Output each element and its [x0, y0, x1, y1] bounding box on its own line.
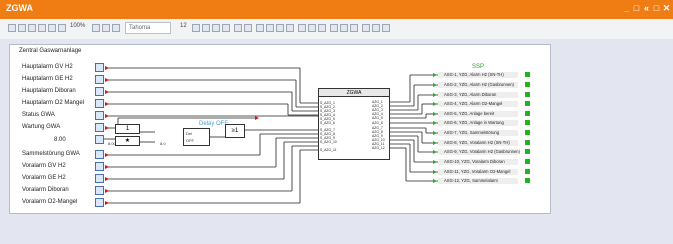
block-in-pin: S_AZG_11 — [320, 148, 337, 152]
or-gate[interactable]: ≥1 — [225, 124, 245, 138]
input-label: Voralarm GV H2 — [22, 163, 66, 169]
input-box[interactable] — [95, 162, 104, 171]
output-led — [525, 82, 530, 87]
output-label[interactable]: ASG-1, YZG, Alarm H2 (SN-TH) — [438, 72, 518, 78]
delay-title: Delay OFF — [199, 121, 229, 127]
outputs-title: SSP — [472, 64, 485, 70]
input-box[interactable] — [95, 111, 104, 120]
output-led — [525, 72, 530, 77]
zgwa-block-title: ZGWA — [318, 88, 390, 97]
input-label: Voralarm Diboran — [22, 187, 69, 193]
output-label[interactable]: ASG-11, YZG, Voralarm O2-Mangel — [438, 169, 518, 175]
output-label[interactable]: ASG-7, YZG, Sammelstörung — [438, 130, 518, 136]
delay-off-block[interactable]: Del OFF — [183, 128, 210, 146]
output-label[interactable]: ASG-4, YZG, Alarm O2-Mangel — [438, 101, 518, 107]
input-box[interactable] — [95, 99, 104, 108]
input-label: Hauptalarm GE H2 — [22, 76, 73, 82]
input-box[interactable] — [95, 150, 104, 159]
output-label[interactable]: ASG-6, YZG, Anlage in Wartung — [438, 120, 518, 126]
input-label: Hauptalarm Diboran — [22, 88, 76, 94]
input-box[interactable] — [95, 174, 104, 183]
delay-label: Del — [186, 131, 193, 136]
input-label: Sammelstörung GWA — [22, 151, 80, 157]
block-out-pin: AZG_12 — [372, 146, 385, 150]
output-led — [525, 140, 530, 145]
input-label: Hauptalarm GV H2 — [22, 64, 73, 70]
output-label[interactable]: ASG-5, YZG, Anlage bereit — [438, 111, 518, 117]
delay-sub: OFF — [186, 138, 194, 143]
const-label: 8.00 — [108, 141, 116, 146]
input-label: Hauptalarm O2 Mangel — [22, 100, 85, 106]
output-led — [525, 149, 530, 154]
input-box[interactable] — [95, 87, 104, 96]
block-in-pin: S_AZG_10 — [320, 140, 337, 144]
block-in-pin: S_AZG_6 — [320, 121, 335, 125]
input-box[interactable] — [95, 123, 104, 132]
input-box[interactable] — [95, 75, 104, 84]
output-led — [525, 120, 530, 125]
output-led — [525, 159, 530, 164]
output-label[interactable]: ASG-3, YZG, Alarm Diboran — [438, 92, 518, 98]
output-led — [525, 130, 530, 135]
constant-box[interactable] — [95, 135, 104, 144]
output-led — [525, 178, 530, 183]
output-led — [525, 101, 530, 106]
input-label: Voralarm O2-Mangel — [22, 199, 78, 205]
and-gate[interactable]: 1 — [115, 124, 140, 134]
star-gate[interactable]: ★ — [115, 136, 140, 146]
delay-value: 8.0 — [160, 141, 166, 146]
block-out-pin: AZG_5 — [372, 116, 383, 120]
output-led — [525, 92, 530, 97]
output-led — [525, 111, 530, 116]
output-label[interactable]: ASG-8, YZG, Voralarm H2 (SN-TH) — [438, 140, 518, 146]
block-out-pin: AZG_6 — [372, 121, 383, 125]
constant-value[interactable]: 8.00 — [54, 137, 66, 143]
input-box[interactable] — [95, 186, 104, 195]
output-label[interactable]: ASG-12, YZG, Sammelalarm — [438, 178, 518, 184]
input-box[interactable] — [95, 198, 104, 207]
input-label: Voralarm GE H2 — [22, 175, 66, 181]
input-box[interactable] — [95, 63, 104, 72]
output-label[interactable]: ASG-10, YZG, Voralarm Diboran — [438, 159, 518, 165]
input-label: Wartung GWA — [22, 124, 61, 130]
output-led — [525, 169, 530, 174]
output-label[interactable]: ASG-2, YZG, Alarm H2 (Gasbrunnen) — [438, 82, 518, 88]
input-label: Status GWA — [22, 112, 55, 118]
output-label[interactable]: ASG-9, YZG, Voralarm H2 (Gasbrunnen) — [438, 149, 520, 155]
